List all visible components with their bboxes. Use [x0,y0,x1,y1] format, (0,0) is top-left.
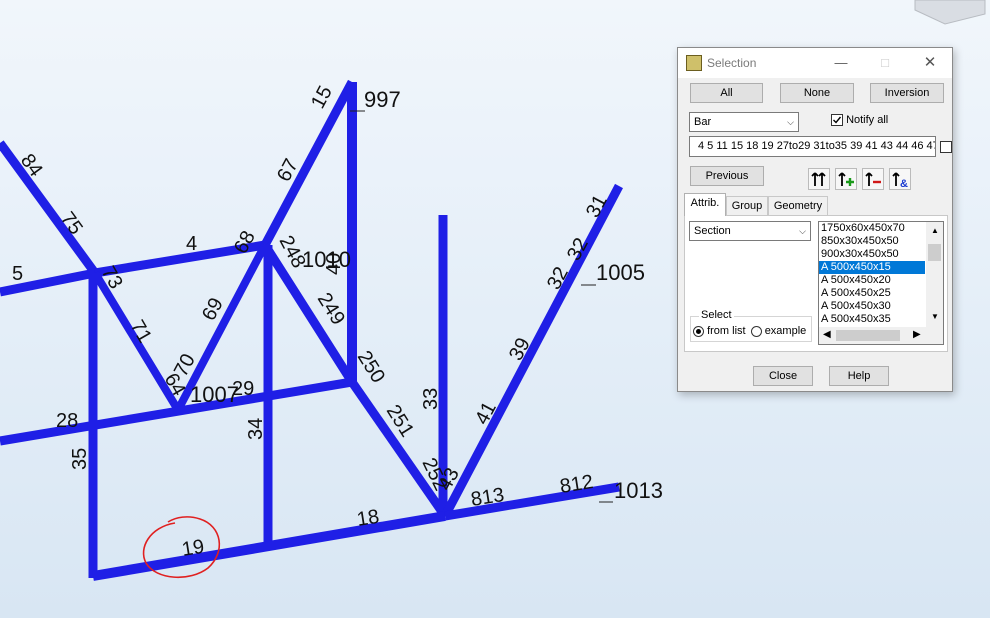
scroll-thumb[interactable] [928,244,941,261]
label-bar-19: 19 [180,536,205,561]
selection-dialog[interactable]: Selection — □ ✕ All None Inversion Bar ⌵… [677,47,953,392]
inversion-button[interactable]: Inversion [870,83,944,103]
attribute-dropdown[interactable]: Section ⌵ [689,221,811,241]
maximize-icon[interactable]: □ [870,48,900,78]
example-label: example [764,325,807,337]
object-type-value: Bar [694,116,712,128]
label-bar-250: 250 [353,347,389,387]
chevron-down-icon: ⌵ [787,117,794,127]
label-bar-71: 71 [126,317,156,347]
scroll-left-icon[interactable]: ◀ [823,329,831,340]
from-list-label: from list [707,325,746,337]
section-item[interactable]: 850x30x450x50 [819,235,925,248]
select-mode-group: Select from list example [690,309,812,342]
label-bar-34: 34 [245,418,267,440]
scroll-up-icon[interactable]: ▲ [931,226,939,235]
tab-geometry[interactable]: Geometry [768,196,828,215]
attrib-tab-panel: Section ⌵ 1750x60x450x70 850x30x450x50 9… [684,215,948,352]
minimize-icon[interactable]: — [826,48,856,78]
label-bar-28: 28 [56,410,78,432]
object-type-dropdown[interactable]: Bar ⌵ [689,112,799,132]
select-none-button[interactable]: None [780,83,854,103]
attribute-value: Section [694,225,731,237]
notify-all-checkbox[interactable]: Notify all [831,114,889,127]
section-item[interactable]: 1750x60x450x70 [819,222,925,235]
section-item[interactable]: A 500x450x20 [819,274,925,287]
section-item[interactable]: A 500x450x25 [819,287,925,300]
label-bar-5: 5 [12,263,23,285]
horizontal-scroll-thumb[interactable] [836,330,900,341]
section-item[interactable]: A 500x450x30 [819,300,925,313]
sections-listbox[interactable]: 1750x60x450x70 850x30x450x50 900x30x450x… [818,221,944,345]
label-node-997: 997 [364,87,401,112]
checkmark-icon [833,116,842,124]
selection-list-input[interactable]: 4 5 11 15 18 19 27to29 31to35 39 41 43 4… [689,136,936,157]
sections-vertical-scrollbar[interactable]: ▲ ▼ [926,222,943,327]
select-all-button[interactable]: All [690,83,763,103]
close-button[interactable]: Close [753,366,813,386]
dialog-titlebar[interactable]: Selection — □ ✕ [678,48,952,78]
view-cube-fragment[interactable] [914,0,986,25]
select-group-label: Select [699,309,734,321]
label-bar-15: 15 [307,82,337,112]
scroll-right-icon[interactable]: ▶ [913,329,921,340]
chevron-down-icon: ⌵ [799,226,806,236]
notify-all-label: Notify all [846,114,889,126]
intersect-selection-icon[interactable]: & [889,168,911,190]
tab-attrib[interactable]: Attrib. [684,193,726,216]
close-icon[interactable]: ✕ [915,48,945,78]
remove-from-selection-icon[interactable] [862,168,884,190]
svg-text:&: & [900,178,908,189]
radio-example[interactable] [750,325,762,337]
label-node-1013: 1013 [614,478,663,503]
sections-horizontal-scrollbar[interactable]: ◀ ▶ [819,327,943,344]
label-bar-75: 75 [56,208,87,239]
select-all-arrows-icon[interactable] [808,168,830,190]
bar-structure[interactable] [0,79,623,581]
radio-from-list[interactable] [693,325,704,337]
app-icon [686,55,702,71]
selection-list-toggle[interactable] [940,141,952,153]
previous-button[interactable]: Previous [690,166,764,186]
tab-group[interactable]: Group [726,196,768,215]
label-bar-29: 29 [232,378,254,400]
bar-84[interactable] [0,140,99,276]
label-node-1005: 1005 [596,260,645,285]
help-button[interactable]: Help [829,366,889,386]
label-bar-40: 40 [323,253,345,275]
dialog-title: Selection [707,56,757,70]
notify-all-check[interactable] [831,114,843,127]
section-item[interactable]: 900x30x450x50 [819,248,925,261]
section-item-selected[interactable]: A 500x450x15 [819,261,925,274]
label-bar-18: 18 [355,506,380,531]
label-bar-35: 35 [69,448,91,470]
model-labels: 997 1010 1005 1007 1013 84 75 5 4 15 67 … [12,82,663,561]
bar-41-39[interactable] [441,183,623,519]
label-bar-33: 33 [420,388,442,410]
add-to-selection-icon[interactable] [835,168,857,190]
scroll-down-icon[interactable]: ▼ [931,312,939,321]
label-bar-4: 4 [186,233,197,255]
section-item[interactable]: A 500x450x35 [819,313,925,326]
